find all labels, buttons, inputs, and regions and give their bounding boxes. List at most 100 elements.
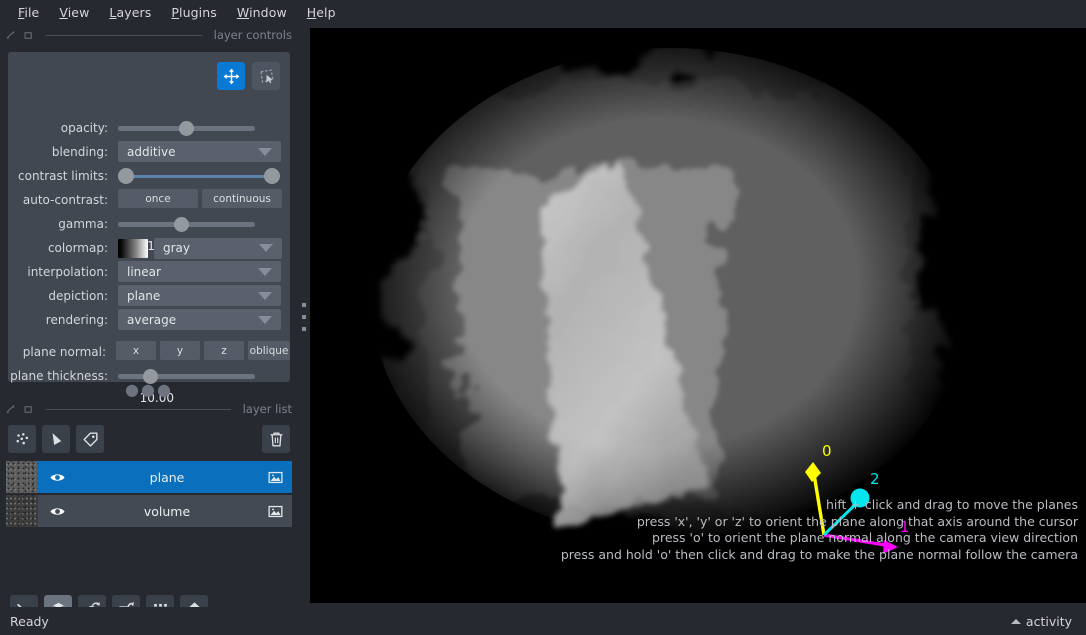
interpolation-value: linear	[127, 264, 161, 279]
menu-layers[interactable]: Layers	[99, 3, 161, 22]
layer-rows: plane volume	[0, 461, 298, 527]
menu-bar: File View Layers Plugins Window Help	[0, 0, 1086, 24]
blending-row: blending: additive	[8, 140, 290, 164]
colormap-swatch	[118, 238, 148, 258]
close-dock-icon[interactable]	[23, 404, 34, 415]
controls-rows: opacity: 0.50 blending: additive	[8, 116, 290, 405]
transform-icon	[259, 68, 274, 83]
eye-icon	[49, 473, 65, 481]
volume-highlights	[460, 168, 720, 498]
help-line-3: press 'o' to orient the plane normal alo…	[652, 530, 1078, 545]
interpolation-row: interpolation: linear	[8, 260, 290, 284]
layer-list-label: layer list	[242, 402, 292, 416]
new-shapes-layer-button[interactable]	[42, 425, 70, 453]
layer-list-buttons	[0, 425, 298, 453]
mode-button-group	[217, 62, 280, 90]
plane-normal-x-button[interactable]: x	[116, 341, 156, 360]
contrast-limits-high-thumb[interactable]	[264, 168, 280, 184]
axis-label-0: 0	[822, 442, 832, 460]
depiction-label: depiction:	[48, 289, 108, 303]
rendering-row: rendering: average	[8, 308, 290, 332]
gamma-slider[interactable]	[118, 213, 255, 235]
contrast-limits-slider[interactable]	[118, 165, 281, 187]
close-dock-icon[interactable]	[23, 30, 34, 41]
splitter-dot	[302, 327, 306, 331]
chevron-up-icon	[1010, 618, 1021, 624]
help-line-4: press and hold 'o' then click and drag t…	[560, 546, 1078, 562]
plane-normal-z-button[interactable]: z	[204, 341, 244, 360]
plane-normal-oblique-button[interactable]: oblique	[248, 341, 290, 360]
chevron-down-icon	[259, 244, 273, 252]
layer-visibility-toggle[interactable]	[38, 503, 76, 520]
plane-normal-label: plane normal:	[22, 345, 106, 359]
new-labels-layer-button[interactable]	[76, 425, 104, 453]
auto-contrast-row: auto-contrast: once continuous	[8, 188, 290, 212]
activity-button[interactable]: activity	[1010, 613, 1086, 629]
rendering-dropdown[interactable]: average	[118, 309, 281, 330]
layer-name: plane	[149, 469, 185, 485]
activity-label: activity	[1025, 613, 1072, 629]
menu-window[interactable]: Window	[227, 3, 297, 22]
layer-visibility-toggle[interactable]	[38, 469, 76, 486]
blending-dropdown[interactable]: additive	[118, 141, 281, 162]
delete-layer-button[interactable]	[262, 425, 290, 453]
auto-contrast-label: auto-contrast:	[22, 193, 108, 207]
axis-label-2: 2	[870, 470, 880, 488]
labels-icon	[82, 431, 98, 447]
colormap-row: colormap: gray	[8, 236, 290, 260]
splitter-dot	[302, 315, 306, 319]
layer-controls-label: layer controls	[213, 28, 292, 42]
auto-contrast-once-button[interactable]: once	[118, 189, 198, 208]
layer-list-panel: layer list plane volume	[0, 398, 298, 529]
eye-icon	[49, 507, 65, 515]
left-dock: layer controls opacity: blending: additi…	[0, 24, 298, 623]
layer-row-volume[interactable]: volume	[6, 495, 292, 527]
move-icon	[223, 68, 239, 84]
status-bar: Ready activity	[0, 607, 1086, 635]
float-dock-icon[interactable]	[6, 404, 17, 415]
layer-row-plane[interactable]: plane	[6, 461, 292, 493]
auto-contrast-continuous-button[interactable]: continuous	[202, 189, 282, 208]
contrast-limits-low-thumb[interactable]	[118, 168, 134, 184]
contrast-limits-label: contrast limits:	[18, 169, 108, 183]
opacity-label: opacity:	[60, 121, 108, 135]
menu-file[interactable]: File	[8, 3, 49, 22]
chevron-down-icon	[258, 267, 272, 276]
menu-help[interactable]: Help	[297, 3, 346, 22]
contrast-limits-row: contrast limits:	[8, 164, 290, 188]
blending-label: blending:	[51, 145, 108, 159]
opacity-thumb[interactable]	[179, 121, 194, 136]
viewer-canvas[interactable]: 0 1 2 hift + click and drag to move the …	[310, 28, 1086, 603]
shapes-icon	[52, 432, 61, 445]
panel-resize-handle[interactable]: ●●●	[0, 382, 298, 398]
interpolation-label: interpolation:	[27, 265, 108, 279]
plane-normal-row: plane normal: x y z oblique	[8, 340, 290, 364]
gamma-thumb[interactable]	[174, 217, 189, 232]
depiction-dropdown[interactable]: plane	[118, 285, 281, 306]
pan-zoom-button[interactable]	[217, 62, 245, 90]
image-icon	[267, 471, 283, 483]
new-points-layer-button[interactable]	[8, 425, 36, 453]
gamma-row: gamma: 1.00	[8, 212, 290, 253]
dock-splitter-handle[interactable]	[299, 300, 309, 334]
layer-controls-panel: opacity: 0.50 blending: additive	[8, 52, 290, 405]
rendering-value: average	[127, 312, 177, 327]
menu-view[interactable]: View	[49, 3, 99, 22]
rendering-label: rendering:	[45, 313, 108, 327]
menu-plugins[interactable]: Plugins	[161, 3, 226, 22]
opacity-slider[interactable]	[118, 117, 255, 139]
interpolation-dropdown[interactable]: linear	[118, 261, 281, 282]
plane-normal-y-button[interactable]: y	[160, 341, 200, 360]
image-icon	[267, 505, 283, 517]
plane-thickness-track	[118, 374, 255, 379]
float-dock-icon[interactable]	[6, 30, 17, 41]
trash-icon	[270, 431, 282, 447]
layer-type-indicator	[258, 469, 292, 486]
chevron-down-icon	[258, 315, 272, 324]
transform-button[interactable]	[252, 62, 280, 90]
dock-title-rule	[46, 408, 231, 410]
chevron-down-icon	[258, 147, 272, 156]
opacity-row: opacity: 0.50	[8, 116, 290, 157]
colormap-dropdown[interactable]: gray	[154, 237, 282, 259]
colormap-label: colormap:	[47, 241, 108, 255]
